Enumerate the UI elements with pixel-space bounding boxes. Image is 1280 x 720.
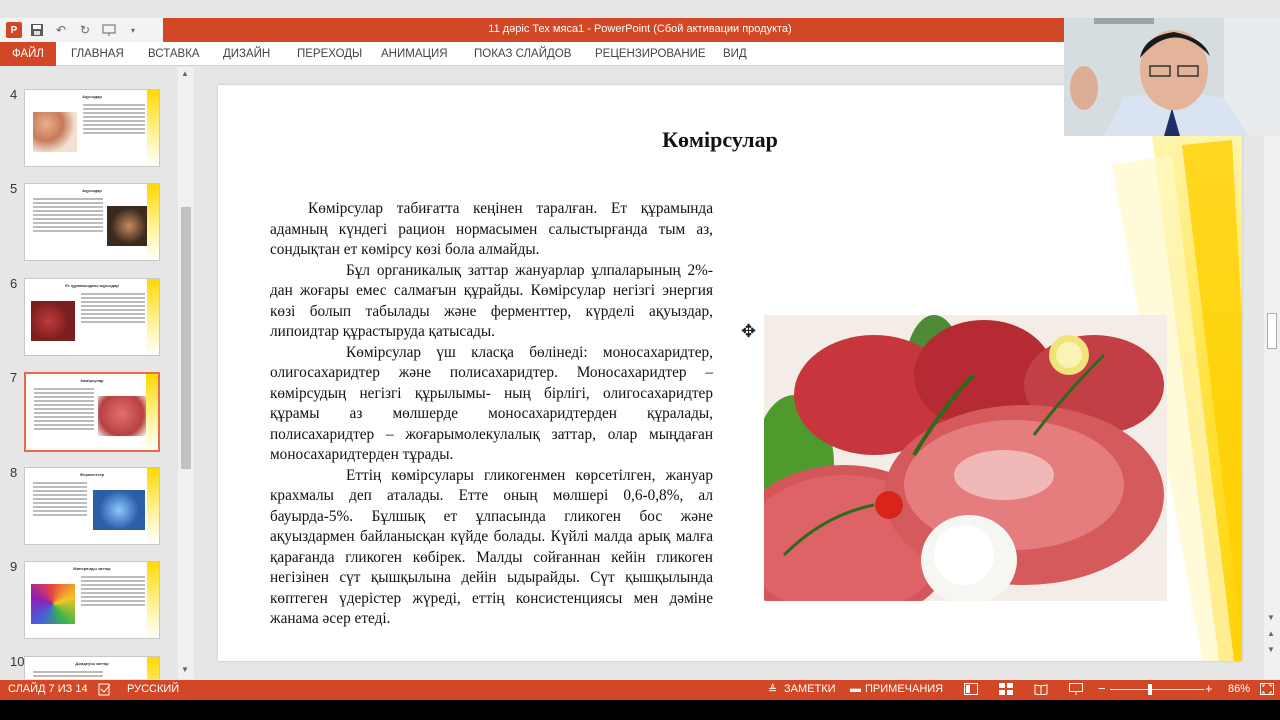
- video-letterbox: [0, 700, 1280, 720]
- paragraph: Бұл органикалық заттар жануарлар ұлпалар…: [270, 261, 713, 341]
- thumbnail-number: 5: [10, 181, 18, 196]
- status-bar: СЛАЙД 7 ИЗ 14 РУССКИЙ ≜ ЗАМЕТКИ ▬ ПРИМЕЧ…: [0, 680, 1280, 700]
- current-slide[interactable]: Көмірсулар Көмірсулар табиғатта кеңінен …: [218, 85, 1242, 661]
- thumbnail-title: Ферменттер: [79, 472, 105, 477]
- zoom-out-icon[interactable]: −: [1098, 681, 1106, 696]
- fit-to-window-icon[interactable]: [1260, 683, 1274, 698]
- thumbnail-image: [31, 584, 75, 624]
- next-slide-icon[interactable]: ▼: [1267, 645, 1275, 654]
- slide-thumbnail-7[interactable]: Көмірсулар: [24, 372, 160, 452]
- slide-thumbnail-6[interactable]: Ет құрамындағы ақуыздар: [24, 278, 160, 356]
- zoom-in-icon[interactable]: +: [1205, 681, 1213, 696]
- thumbnail-title: Ақуыздар: [82, 188, 102, 193]
- thumbnail-title: Ет құрамындағы ақуыздар: [65, 283, 119, 288]
- tab-home[interactable]: ГЛАВНАЯ: [71, 42, 124, 66]
- scroll-up-icon[interactable]: ▲: [181, 69, 189, 78]
- zoom-slider-thumb[interactable]: [1148, 684, 1152, 695]
- tab-insert[interactable]: ВСТАВКА: [148, 42, 200, 66]
- slide-scrollbar[interactable]: ▼ ▲ ▼: [1264, 67, 1280, 679]
- slide-thumbnail-8[interactable]: Ферменттер: [24, 467, 160, 545]
- zoom-slider[interactable]: [1110, 689, 1204, 690]
- slideshow-view-icon[interactable]: [1069, 683, 1083, 698]
- meat-image[interactable]: [764, 315, 1167, 601]
- comments-icon[interactable]: ▬: [850, 683, 861, 695]
- thumbnail-image: [98, 396, 150, 436]
- webcam-overlay: [1064, 18, 1280, 136]
- comments-button[interactable]: ПРИМЕЧАНИЯ: [865, 683, 943, 695]
- thumbnail-title: Ақуыздар: [82, 94, 102, 99]
- thumbnail-image: [31, 301, 75, 341]
- thumbnail-number: 4: [10, 87, 18, 102]
- slide-body-text[interactable]: Көмірсулар табиғатта кеңінен таралған. Е…: [270, 199, 713, 630]
- notes-button[interactable]: ЗАМЕТКИ: [784, 683, 836, 695]
- thumbnail-number: 10: [10, 654, 25, 669]
- tab-animations[interactable]: АНИМАЦИЯ: [381, 42, 448, 66]
- paragraph: Еттің көмірсулары гликогенмен көрсетілге…: [270, 466, 713, 628]
- slide-thumbnail-pane: 4 Ақуыздар 5 Ақуыздар 6 Ет құрамындағы а…: [0, 67, 196, 679]
- tab-slideshow[interactable]: ПОКАЗ СЛАЙДОВ: [474, 42, 571, 66]
- thumbnail-scrollbar[interactable]: ▲ ▼: [178, 67, 194, 679]
- scrollbar-thumb[interactable]: [181, 207, 191, 469]
- tab-review[interactable]: РЕЦЕНЗИРОВАНИЕ: [595, 42, 706, 66]
- reading-view-icon[interactable]: [1034, 683, 1048, 698]
- slide-editor: Көмірсулар Көмірсулар табиғатта кеңінен …: [196, 67, 1264, 679]
- thumbnail-number: 6: [10, 276, 18, 291]
- slide-thumbnail-9[interactable]: Минералды заттар: [24, 561, 160, 639]
- zoom-level[interactable]: 86%: [1228, 683, 1250, 695]
- paragraph: Көмірсулар үш класқа бөлінеді: моносахар…: [270, 343, 713, 464]
- thumbnail-title: Минералды заттар: [73, 566, 111, 571]
- scrollbar-thumb[interactable]: [1267, 313, 1277, 349]
- thumbnail-title: Дәмдеуіш заттар: [75, 661, 109, 666]
- slide-counter: СЛАЙД 7 ИЗ 14: [8, 683, 88, 695]
- powerpoint-window: P ↶ ↻ ▾ 11 дәріс Тех мяса1 - PowerPoint …: [0, 0, 1280, 720]
- slide-thumbnail-10[interactable]: Дәмдеуіш заттар: [24, 656, 160, 679]
- previous-slide-icon[interactable]: ▲: [1267, 629, 1275, 638]
- slide-thumbnail-4[interactable]: Ақуыздар: [24, 89, 160, 167]
- thumbnail-image: [107, 206, 151, 246]
- thumbnail-title: Көмірсулар: [80, 378, 104, 383]
- thumbnail-number: 8: [10, 465, 18, 480]
- paragraph: Көмірсулар табиғатта кеңінен таралған. Е…: [270, 200, 713, 258]
- thumbnail-number: 9: [10, 559, 18, 574]
- thumbnail-number: 7: [10, 370, 18, 385]
- thumbnail-image: [93, 490, 145, 530]
- move-cursor-icon: ✥: [741, 321, 757, 341]
- tab-design[interactable]: ДИЗАЙН: [223, 42, 270, 66]
- tab-file[interactable]: ФАЙЛ: [0, 42, 56, 66]
- scroll-down-icon[interactable]: ▼: [181, 665, 189, 674]
- scroll-down-icon[interactable]: ▼: [1267, 613, 1275, 622]
- normal-view-icon[interactable]: [964, 683, 978, 698]
- thumbnail-image: [33, 112, 77, 152]
- tab-view[interactable]: ВИД: [723, 42, 747, 66]
- language-indicator[interactable]: РУССКИЙ: [127, 683, 179, 695]
- notes-icon[interactable]: ≜: [768, 683, 777, 696]
- slide-thumbnail-5[interactable]: Ақуыздар: [24, 183, 160, 261]
- slide-sorter-icon[interactable]: [999, 683, 1013, 698]
- tab-transitions[interactable]: ПЕРЕХОДЫ: [297, 42, 362, 66]
- spellcheck-icon[interactable]: [98, 683, 112, 699]
